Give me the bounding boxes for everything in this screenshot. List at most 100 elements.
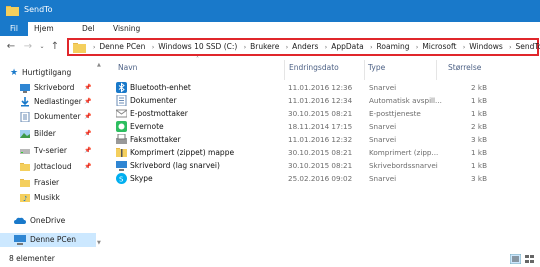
sort-up-icon: ˄ xyxy=(196,56,199,63)
recent-locations-chevron-icon[interactable]: ⌄ xyxy=(36,40,48,54)
forward-arrow-icon[interactable]: → xyxy=(22,40,34,54)
large-icons-view-icon[interactable] xyxy=(524,254,535,264)
column-divider[interactable] xyxy=(364,60,365,80)
scroll-down-icon[interactable]: ▼ xyxy=(97,240,101,246)
navigation-bar: ← → ⌄ ↑ › Denne PCen › Windows 10 SSD (C:)… xyxy=(0,36,540,60)
chevron-right-icon: › xyxy=(93,44,96,51)
file-row[interactable]: Skrivebord (lag snarvei) 30.10.2015 08:2… xyxy=(107,159,497,172)
chevron-right-icon[interactable]: › xyxy=(416,41,418,55)
chevron-right-icon[interactable]: › xyxy=(370,41,372,55)
sidebar-item-frasier[interactable]: Frasier xyxy=(0,176,96,190)
pin-icon: 📌 xyxy=(84,84,92,91)
file-size: 1 kB xyxy=(471,148,487,157)
pin-icon: 📌 xyxy=(84,147,92,154)
sidebar-item-downloads[interactable]: Nedlastinger 📌 xyxy=(0,95,96,109)
chevron-right-icon[interactable]: › xyxy=(152,41,154,55)
pin-icon: 📌 xyxy=(84,98,92,105)
file-date: 30.10.2015 08:21 xyxy=(288,148,353,157)
sidebar-item-label: Musikk xyxy=(34,193,60,202)
file-row[interactable]: Faksmottaker 11.01.2016 12:32 Snarvei 3 … xyxy=(107,133,497,146)
sidebar-item-label: Frasier xyxy=(34,178,60,187)
svg-text:S: S xyxy=(119,176,124,184)
breadcrumb-item[interactable]: Roaming xyxy=(377,40,410,54)
back-arrow-icon[interactable]: ← xyxy=(5,40,17,54)
file-name: Komprimert (zippet) mappe xyxy=(130,148,235,157)
up-arrow-icon[interactable]: ↑ xyxy=(49,40,61,54)
sidebar-item-desktop[interactable]: Skrivebord 📌 xyxy=(0,81,96,95)
desktop-icon xyxy=(20,84,30,93)
sidebar-item-this-pc[interactable]: Denne PCen xyxy=(0,233,96,247)
column-header-date[interactable]: Endringsdato xyxy=(289,62,339,74)
chevron-right-icon[interactable]: › xyxy=(509,41,511,55)
column-header-type[interactable]: Type xyxy=(368,62,385,74)
sidebar-item-label: Dokumenter xyxy=(34,112,81,121)
sidebar-item-pictures[interactable]: Bilder 📌 xyxy=(0,127,96,141)
chevron-right-icon[interactable]: › xyxy=(286,41,288,55)
file-type: Skrivebordssnarvei xyxy=(369,161,438,170)
scroll-up-icon[interactable]: ▲ xyxy=(97,62,101,68)
tab-share[interactable]: Del xyxy=(82,22,94,36)
file-row[interactable]: Komprimert (zippet) mappe 30.10.2015 08:… xyxy=(107,146,497,159)
breadcrumb-item[interactable]: Anders xyxy=(292,40,318,54)
file-date: 25.02.2016 09:02 xyxy=(288,174,353,183)
file-type: Snarvei xyxy=(369,83,397,92)
sidebar-item-label: Hurtigtilgang xyxy=(22,68,72,77)
pin-icon: 📌 xyxy=(84,163,92,170)
chevron-right-icon[interactable]: › xyxy=(463,41,465,55)
details-view-icon[interactable] xyxy=(510,254,521,264)
navigation-pane: ★ Hurtigtilgang Skrivebord 📌 Nedlastinge… xyxy=(0,60,100,250)
sidebar-scrollbar[interactable]: ▲ ▼ xyxy=(96,60,104,250)
sidebar-item-quick-access[interactable]: ★ Hurtigtilgang xyxy=(0,66,96,80)
file-size: 1 kB xyxy=(471,96,487,105)
fax-icon xyxy=(116,134,127,144)
folder-icon xyxy=(73,43,86,53)
tab-view[interactable]: Visning xyxy=(113,22,140,36)
file-row[interactable]: Bluetooth-enhet 11.01.2016 12:36 Snarvei… xyxy=(107,81,497,94)
tab-file[interactable]: Fil xyxy=(0,22,28,36)
drive-icon xyxy=(20,149,30,154)
file-name: Skype xyxy=(130,174,153,183)
pin-icon: 📌 xyxy=(84,130,92,137)
tab-home[interactable]: Hjem xyxy=(34,22,54,36)
sidebar-item-music[interactable]: ♪ Musikk xyxy=(0,191,96,205)
file-row[interactable]: Dokumenter 11.01.2016 12:34 Automatisk a… xyxy=(107,94,497,107)
breadcrumb-item[interactable]: SendTo xyxy=(516,40,540,54)
breadcrumb-item[interactable]: Denne PCen xyxy=(99,40,145,54)
file-name: Skrivebord (lag snarvei) xyxy=(130,161,220,170)
ribbon-tabs: Fil Hjem Del Visning xyxy=(0,22,540,37)
column-header-name[interactable]: Navn xyxy=(118,62,137,74)
sidebar-item-onedrive[interactable]: OneDrive xyxy=(0,214,96,228)
sidebar-item-documents[interactable]: Dokumenter 📌 xyxy=(0,110,96,124)
file-size: 1 kB xyxy=(471,109,487,118)
item-count: 8 elementer xyxy=(9,254,55,263)
file-date: 30.10.2015 08:21 xyxy=(288,161,353,170)
address-bar[interactable]: › Denne PCen › Windows 10 SSD (C:) › Bruker… xyxy=(67,38,540,56)
breadcrumb-item[interactable]: AppData xyxy=(331,40,364,54)
file-date: 11.01.2016 12:36 xyxy=(288,83,353,92)
column-divider[interactable] xyxy=(284,60,285,80)
column-header-size[interactable]: Størrelse xyxy=(448,62,481,74)
file-row[interactable]: E-postmottaker 30.10.2015 08:21 E-posttj… xyxy=(107,107,497,120)
music-icon: ♪ xyxy=(20,194,30,203)
sidebar-item-label: Tv-serier xyxy=(34,146,67,155)
chevron-right-icon[interactable]: › xyxy=(244,41,246,55)
file-row[interactable]: S Skype 25.02.2016 09:02 Snarvei 3 kB xyxy=(107,172,497,185)
breadcrumb-item[interactable]: Windows xyxy=(469,40,502,54)
breadcrumb-item[interactable]: Brukere xyxy=(250,40,279,54)
breadcrumb: › Denne PCen › Windows 10 SSD (C:) › Bruker… xyxy=(89,40,540,54)
breadcrumb-item[interactable]: Windows 10 SSD (C:) xyxy=(158,40,237,54)
file-row[interactable]: Evernote 18.11.2014 17:15 Snarvei 2 kB xyxy=(107,120,497,133)
file-name: Bluetooth-enhet xyxy=(130,83,191,92)
breadcrumb-item[interactable]: Microsoft xyxy=(422,40,456,54)
sidebar-item-jottacloud[interactable]: Jottacloud 📌 xyxy=(0,160,96,174)
file-type: Snarvei xyxy=(369,135,397,144)
column-divider[interactable] xyxy=(436,60,437,80)
mail-icon xyxy=(116,109,127,118)
sidebar-item-tv-series[interactable]: Tv-serier 📌 xyxy=(0,144,96,158)
window-title: SendTo xyxy=(24,5,53,14)
chevron-right-icon[interactable]: › xyxy=(325,41,327,55)
folder-icon xyxy=(20,179,30,187)
documents-icon xyxy=(116,95,127,106)
sidebar-item-label: Jottacloud xyxy=(34,162,72,171)
file-size: 2 kB xyxy=(471,83,487,92)
